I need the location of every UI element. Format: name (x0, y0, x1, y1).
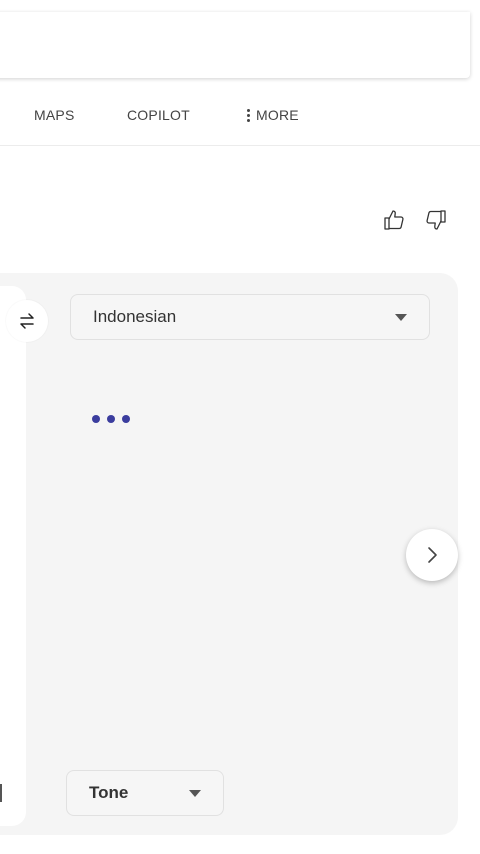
caret-down-icon (189, 789, 201, 797)
swap-languages-button[interactable] (6, 300, 48, 342)
tab-copilot[interactable]: COPILOT (127, 107, 190, 123)
thumbs-down-icon (426, 210, 446, 230)
loading-dot (107, 415, 115, 423)
loading-dot (122, 415, 130, 423)
nav-divider (0, 145, 480, 146)
caret-down-icon (395, 313, 407, 321)
top-strip (0, 0, 480, 12)
thumbs-up-icon (384, 210, 404, 230)
chevron-right-icon (428, 547, 437, 563)
target-language-label: Indonesian (93, 307, 177, 326)
thumbs-up-button[interactable] (380, 206, 408, 234)
loading-indicator (92, 415, 130, 423)
page: MAPS COPILOT MORE Indonesian Tone (0, 0, 480, 854)
loading-dot (92, 415, 100, 423)
next-button[interactable] (406, 529, 458, 581)
text-cursor (0, 784, 2, 802)
thumbs-down-button[interactable] (422, 206, 450, 234)
nav-tabs: MAPS COPILOT MORE (0, 95, 480, 139)
target-language-select[interactable]: Indonesian (70, 294, 430, 340)
tab-more-label: MORE (256, 107, 299, 123)
tab-more[interactable]: MORE (247, 107, 299, 123)
search-bar[interactable] (0, 12, 470, 78)
source-text-panel[interactable] (0, 286, 26, 826)
tab-maps[interactable]: MAPS (34, 107, 74, 123)
tone-label: Tone (89, 783, 129, 802)
translation-card (0, 273, 458, 835)
more-vertical-icon (247, 108, 250, 122)
tone-select[interactable]: Tone (66, 770, 224, 816)
swap-arrows-icon (20, 313, 34, 329)
